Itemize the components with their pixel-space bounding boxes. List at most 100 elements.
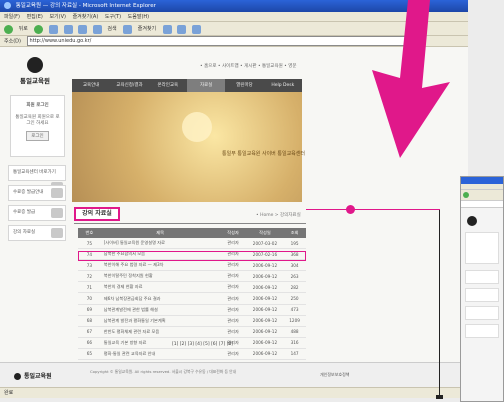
table-row[interactable]: 69 남북관계발전에 관한 법률 해설 관리자 2006-09-12 473	[78, 304, 306, 316]
cell-subject[interactable]: 평화·통일 관련 교육자료 안내	[100, 348, 220, 361]
gnb-item-archive[interactable]: 자료실	[186, 79, 226, 92]
footer-emblem-icon	[14, 373, 21, 380]
home-icon[interactable]	[78, 24, 88, 34]
side-item-cert-issue[interactable]: 수료증 발급	[8, 205, 66, 221]
forward-icon[interactable]	[34, 24, 44, 34]
cell-subject[interactable]: 북한의 경제 현황 자료	[100, 281, 220, 294]
refresh-icon[interactable]	[63, 24, 73, 34]
side-item-center[interactable]: 통일교육센터 바로가기	[8, 165, 66, 192]
search-icon[interactable]	[92, 24, 102, 34]
banner-moon-illustration	[182, 112, 212, 142]
cell-date: 2006-09-12	[246, 315, 284, 327]
cell-views: 1209	[283, 315, 306, 327]
board-table: 번호 제목 작성자 작성일 조회 75 [사이버] 통일교육원 운영설명 자료 관리…	[78, 228, 306, 372]
pagination[interactable]: [1] [2] [3] [4] [5] [6] [7] [8]	[172, 342, 233, 347]
cell-subject[interactable]: 남북관계발전에 관한 법률 해설	[100, 304, 220, 316]
cell-date: 2006-09-12	[246, 281, 284, 294]
footer-logo: 통일교육원	[14, 371, 52, 380]
stop-icon[interactable]	[48, 24, 58, 34]
table-row[interactable]: 70 제6차 남북장관급회담 주요 결과 관리자 2006-09-12 250	[78, 292, 306, 305]
logo-emblem-icon	[27, 57, 43, 73]
mail-icon[interactable]	[177, 24, 187, 34]
login-box: 회원 로그인 통일교육원 회원으로 로그인 하세요 로그인	[10, 95, 65, 157]
cell-subject[interactable]: 북한이해 주요 법령 자료 — 제3차	[100, 259, 220, 272]
print-icon[interactable]	[191, 24, 201, 34]
table-header-row: 번호 제목 작성자 작성일 조회	[78, 228, 306, 238]
history-icon[interactable]	[162, 24, 172, 34]
logo-name: 통일교육원	[20, 77, 50, 85]
side-item-cert-guide[interactable]: 수료증 발급안내	[8, 185, 66, 201]
menu-tools[interactable]: 도구(T)	[105, 14, 121, 20]
cell-subject[interactable]: 한반도 평화체제 관련 자료 모음	[100, 326, 220, 338]
second-window-login-box	[465, 232, 499, 264]
cell-views: 316	[283, 337, 306, 349]
table-row[interactable]: 65 평화·통일 관련 교육자료 안내 관리자 2006-09-12 147	[78, 348, 306, 361]
menu-view[interactable]: 보기(V)	[49, 14, 66, 20]
cell-views: 263	[283, 270, 306, 283]
breadcrumb[interactable]: • Home > 강의자료실	[256, 212, 301, 218]
cell-views: 282	[283, 281, 306, 294]
cell-views: 304	[283, 259, 306, 272]
cell-date: 2006-09-12	[246, 348, 284, 361]
cell-number: 66	[78, 337, 101, 349]
cell-author: 관리자	[219, 326, 247, 338]
side-item-lecture-archive[interactable]: 강의 자료실	[8, 225, 66, 241]
footer-copyright: Copyright © 통일교육원. All rights reserved. …	[90, 369, 237, 374]
main-banner: 통일부 통일교육원 사이버 통일교육센터	[72, 92, 305, 202]
menu-edit[interactable]: 편집(E)	[27, 14, 43, 20]
back-icon[interactable]	[4, 24, 13, 34]
document-icon	[51, 208, 63, 218]
cell-author: 관리자	[219, 304, 247, 316]
cell-date: 2006-09-12	[246, 292, 284, 305]
cell-author: 관리자	[219, 281, 247, 294]
favorites-icon[interactable]	[123, 24, 133, 34]
cell-author: 관리자	[219, 348, 247, 361]
second-window-toolbar	[461, 190, 503, 201]
second-browser-window	[460, 176, 504, 402]
gnb-item-apply[interactable]: 교육신청/결과	[110, 79, 148, 92]
cell-views: 147	[283, 348, 306, 361]
menu-file[interactable]: 파일(F)	[4, 14, 20, 20]
gnb-item-forum[interactable]: 열린마당	[225, 79, 263, 92]
gnb-item-helpdesk[interactable]: Help Desk	[264, 79, 302, 92]
cell-author: 관리자	[219, 238, 247, 250]
address-label: 주소(D)	[4, 38, 21, 45]
privacy-link[interactable]: 개인정보보호정책	[320, 372, 349, 378]
callout-line-vertical	[439, 210, 440, 398]
cell-number: 69	[78, 304, 101, 316]
table-row[interactable]: 73 북한이해 주요 법령 자료 — 제3차 관리자 2006-09-12 304	[78, 259, 306, 272]
cell-date: 2006-09-12	[246, 304, 284, 316]
table-row[interactable]: 71 북한의 경제 현황 자료 관리자 2006-09-12 282	[78, 281, 306, 294]
table-row[interactable]: 75 [사이버] 통일교육원 운영설명 자료 관리자 2007-03-02 195	[78, 238, 306, 250]
favorites-label[interactable]: 즐겨찾기	[138, 26, 156, 32]
gnb-item-guide[interactable]: 교육안내	[72, 79, 110, 92]
cell-subject[interactable]: 제6차 남북장관급회담 주요 결과	[100, 292, 220, 305]
cell-views: 250	[283, 292, 306, 305]
table-row[interactable]: 72 북한이탈주민 정착지원 현황 관리자 2006-09-12 263	[78, 270, 306, 283]
search-label[interactable]: 검색	[107, 26, 116, 32]
menu-favorites[interactable]: 즐겨찾기(A)	[73, 14, 99, 20]
site-logo[interactable]: 통일교육원	[10, 57, 60, 85]
gnb-item-online[interactable]: 온라인교육	[149, 79, 187, 92]
login-button[interactable]: 로그인	[26, 131, 49, 141]
cell-subject[interactable]: 남북관계 발전과 평화통일 기본계획	[100, 315, 220, 327]
second-window-side-item	[465, 306, 499, 320]
status-bar: 완료	[0, 387, 468, 398]
cell-subject[interactable]: [사이버] 통일교육원 운영설명 자료	[100, 238, 220, 250]
global-nav: 교육안내 교육신청/결과 온라인교육 자료실 열린마당 Help Desk	[72, 79, 302, 92]
title-divider	[74, 223, 306, 224]
cell-subject[interactable]: 북한이탈주민 정착지원 현황	[100, 270, 220, 283]
menu-help[interactable]: 도움말(H)	[128, 14, 149, 20]
back-label[interactable]: 뒤로	[19, 26, 28, 32]
table-row[interactable]: 67 한반도 평화체제 관련 자료 모음 관리자 2006-09-12 488	[78, 326, 306, 338]
table-row[interactable]: 68 남북관계 발전과 평화통일 기본계획 관리자 2006-09-12 1209	[78, 315, 306, 327]
cell-author: 관리자	[219, 259, 247, 272]
status-text: 완료	[4, 390, 14, 396]
second-window-address	[461, 201, 503, 208]
login-title: 회원 로그인	[26, 103, 49, 108]
ie-logo-icon	[4, 2, 11, 9]
banner-text: 통일부 통일교육원 사이버 통일교육센터	[222, 151, 305, 157]
second-window-logo-icon	[467, 216, 477, 226]
site-footer: 통일교육원 Copyright © 통일교육원. All rights rese…	[0, 362, 468, 387]
utility-nav[interactable]: • 홈으로 • 사이트맵 • 게시판 • 통일교육원 • 영문	[200, 63, 297, 69]
